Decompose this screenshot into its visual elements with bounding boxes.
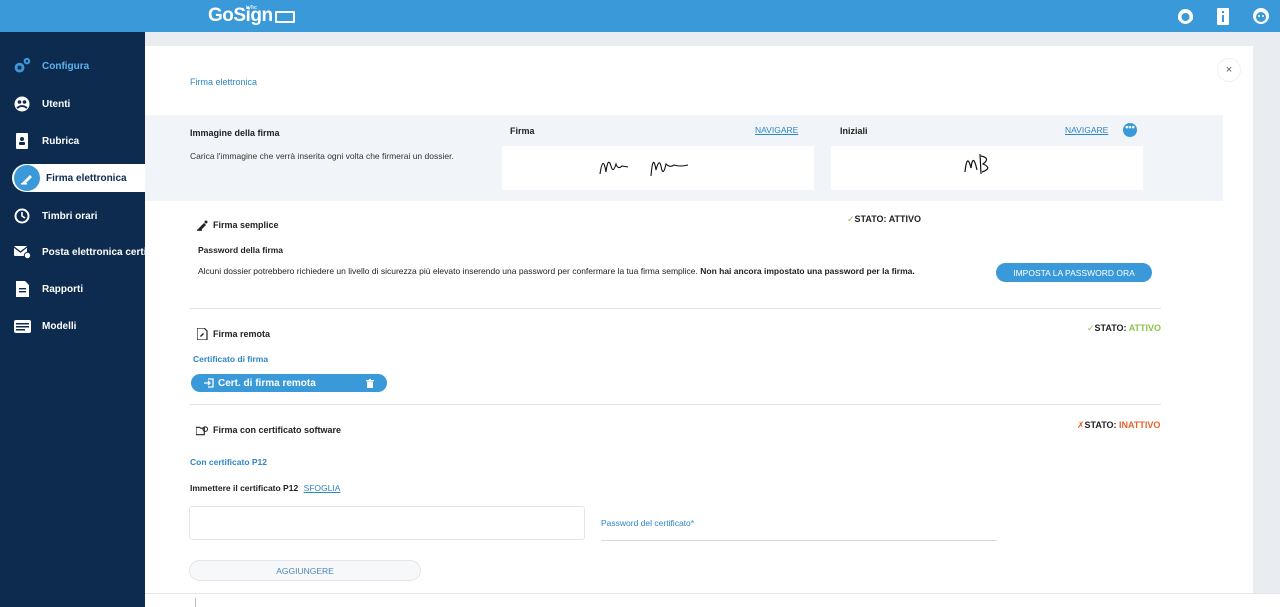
certified-mail-icon [13,243,31,261]
status-check-icon: ✓ [1087,323,1095,333]
info-icon[interactable] [1214,7,1232,25]
certificate-password-label[interactable]: Password del certificato* [601,518,694,528]
section-title-text: Firma con certificato software [213,425,342,435]
initials-image [964,153,989,175]
close-button[interactable]: × [1217,58,1241,82]
remote-certificate-chip[interactable]: Cert. di firma remota [191,374,387,392]
support-icon[interactable] [1176,7,1194,25]
sidebar: Configura Utenti Rubrica Firma elettroni… [0,32,145,607]
status-value: INATTIVO [1119,420,1161,430]
password-description: Alcuni dossier potrebbero richiedere un … [198,265,988,277]
password-title: Password della firma [198,245,284,255]
remote-sign-icon [196,328,208,340]
gears-icon [13,57,31,75]
firma-semplice-status: ✓STATO: ATTIVO [847,214,921,225]
status-label: STATO: [1094,323,1129,333]
trash-icon[interactable] [366,378,376,388]
more-options-icon[interactable]: ••• [1123,123,1137,137]
signature-pen-icon [14,165,40,191]
signature-image [599,161,689,177]
breadcrumb[interactable]: Firma elettronica [190,77,257,87]
template-icon [13,317,31,335]
sidebar-item-rubrica[interactable]: Rubrica [0,127,145,155]
status-label: STATO: [854,214,889,224]
status-check-icon: ✓ [847,214,855,224]
add-button[interactable]: AGGIUNGERE [189,560,421,581]
user-avatar-icon[interactable] [1252,7,1270,25]
password-warning-end: firma. [891,266,915,276]
firma-semplice-title: Firma semplice [196,219,279,231]
sidebar-item-label: Rapporti [42,283,84,295]
firma-remota-status: ✓STATO: ATTIVO [1087,323,1161,334]
pen-icon [196,219,208,231]
firma-remota-title: Firma remota [196,328,270,340]
sidebar-item-modelli[interactable]: Modelli [0,312,145,340]
sidebar-item-label: Modelli [42,320,77,332]
section-title-text: Firma semplice [213,220,279,230]
clock-icon [13,207,31,225]
certificate-chip-label: Cert. di firma remota [218,377,316,389]
users-icon [13,95,31,113]
set-password-button[interactable]: IMPOSTA LA PASSWORD ORA [996,263,1152,282]
iniziali-preview[interactable] [831,146,1143,190]
browse-link[interactable]: SFOGLIA [304,483,341,493]
p12-input-label: Immettere il certificato P12 SFOGLIA [190,483,340,493]
status-value: ATTIVO [888,214,922,224]
divider [190,404,1161,405]
section-description: Carica l'immagine che verrà inserita ogn… [190,151,454,161]
password-warning: Non hai ancora impostato una password pe… [700,266,890,276]
certificate-password-field[interactable] [601,540,997,541]
sidebar-item-label: Timbri orari [42,210,98,222]
status-cross-icon: ✗ [1077,420,1085,430]
firma-software-title: Firma con certificato software [196,424,341,436]
certificate-folder-icon [196,424,208,436]
sidebar-item-utenti[interactable]: Utenti [0,90,145,118]
settings-panel: × Firma elettronica Immagine della firma… [145,46,1253,593]
sidebar-item-timbri-orari[interactable]: Timbri orari [0,202,145,230]
divider [190,308,1161,309]
sidebar-item-rapporti[interactable]: Rapporti [0,275,145,303]
firma-preview[interactable] [502,146,814,190]
p12-label: Con certificato P12 [190,457,267,467]
top-bar: GoSign byTec [0,0,1280,32]
sidebar-item-label: Posta elettronica certificata [42,246,145,258]
sidebar-item-label: Configura [42,60,90,72]
iniziali-browse-link[interactable]: NAVIGARE [1065,125,1108,135]
login-icon [204,378,214,388]
password-description-text: Alcuni dossier potrebbero richiedere un … [198,266,698,276]
address-book-icon [13,132,31,150]
section-title-text: Firma remota [213,329,271,339]
status-label: STATO: [1084,420,1120,430]
firma-label: Firma [510,126,535,136]
sidebar-item-label: Utenti [42,98,71,110]
sidebar-item-posta-certificata[interactable]: Posta elettronica certificata [0,238,145,266]
certificate-label: Certificato di firma [193,354,269,364]
firma-browse-link[interactable]: NAVIGARE [755,125,798,135]
logo-small-text: byTec [246,5,257,11]
screen-icon [274,11,295,23]
bottom-bar [145,593,1280,607]
gosign-logo[interactable]: GoSign byTec [208,5,295,27]
section-title: Immagine della firma [190,128,280,138]
sidebar-item-configura[interactable]: Configura [0,52,145,80]
p12-input-label-text: Immettere il certificato P12 [190,483,299,493]
status-value: ATTIVO [1128,323,1162,333]
sidebar-item-label: Rubrica [42,135,80,147]
firma-software-status: ✗STATO: INATTIVO [1077,420,1160,431]
iniziali-label: Iniziali [840,126,868,136]
logo-text: GoSign [208,5,273,26]
signature-image-section: Immagine della firma Carica l'immagine c… [145,115,1223,201]
bottom-divider [195,598,196,607]
report-icon [13,280,31,298]
p12-file-field[interactable] [189,506,585,540]
sidebar-item-firma-elettronica[interactable]: Firma elettronica [12,164,145,192]
sidebar-item-label: Firma elettronica [46,172,127,184]
